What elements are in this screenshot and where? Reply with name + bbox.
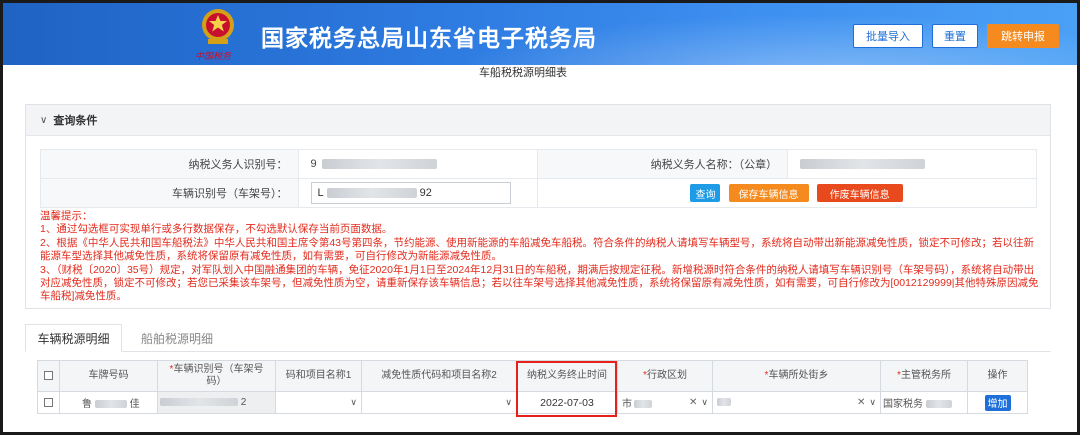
- site-header: 中国税务 国家税务总局山东省电子税务局 批量导入 重置 跳转申报: [3, 3, 1077, 65]
- street-cell[interactable]: ✕ ∨: [712, 391, 881, 414]
- col-vin-line1: 车辆识别号（车架号: [173, 364, 264, 375]
- redacted-text: [800, 159, 926, 170]
- select-all-cell: [37, 360, 60, 392]
- taxpayer-id-field: 9: [297, 149, 539, 179]
- district-select[interactable]: 市 ✕ ∨: [619, 393, 712, 413]
- tips-heading: 温馨提示：: [40, 210, 93, 222]
- redacted-text: [925, 400, 952, 409]
- col-district-label: 行政区划: [646, 370, 687, 381]
- batch-import-button[interactable]: 批量导入: [853, 24, 923, 48]
- row-select-cell: [37, 391, 60, 414]
- browser-frame: 中国税务 国家税务总局山东省电子税务局 批量导入 重置 跳转申报 车船税税源明细…: [0, 0, 1080, 435]
- plate-cell[interactable]: 鲁 佳: [59, 391, 158, 414]
- col-authority: *主管税务所: [880, 360, 968, 392]
- col-code2: 减免性质代码和项目名称2: [361, 360, 517, 392]
- vin-value: L: [317, 187, 324, 199]
- tab-bar: 车辆税源明细 船舶税源明细: [25, 324, 1051, 352]
- reset-button[interactable]: 重置: [932, 24, 978, 48]
- tips-block: 温馨提示： 1、通过勾选框可实现单行或多行数据保存，不勾选默认保存当前页面数据。…: [40, 210, 1040, 304]
- district-value: 市: [622, 399, 632, 410]
- chevron-down-icon[interactable]: ∨: [869, 397, 876, 407]
- vin-field: L 92: [297, 178, 539, 208]
- clear-icon[interactable]: ✕: [689, 397, 697, 408]
- code2-select[interactable]: ∨: [363, 393, 516, 413]
- redacted-text: [321, 159, 437, 170]
- jump-to-declare-button[interactable]: 跳转申报: [987, 24, 1059, 48]
- tab-ship[interactable]: 船舶税源明细: [122, 324, 232, 352]
- add-row-button[interactable]: 增加: [984, 394, 1011, 411]
- col-end-time: 纳税义务终止时间: [516, 360, 618, 392]
- district-cell[interactable]: 市 ✕ ∨: [617, 391, 713, 414]
- vin-label: 车辆识别号（车架号）：: [40, 178, 299, 208]
- col-authority-label: 主管税务所: [900, 370, 951, 381]
- code1-cell[interactable]: ∨: [275, 391, 362, 414]
- page-title: 车船税税源明细表: [479, 67, 567, 79]
- query-form: 纳税义务人识别号： 9 纳税义务人名称：（公章） 车辆识别号（车架号）： L 9…: [40, 149, 1037, 208]
- row-checkbox[interactable]: [44, 397, 53, 407]
- chevron-down-icon[interactable]: ∨: [505, 397, 512, 408]
- tab-vehicle[interactable]: 车辆税源明细: [25, 324, 122, 352]
- clear-icon[interactable]: ✕: [857, 397, 865, 408]
- vin-tail: 2: [240, 397, 247, 408]
- vin-value-tail: 92: [419, 187, 432, 199]
- tax-emblem-icon: [202, 9, 234, 44]
- query-button[interactable]: 查询: [690, 184, 721, 202]
- query-panel-header[interactable]: ∨ 查询条件: [26, 105, 1050, 136]
- end-time-cell[interactable]: 2022-07-03: [516, 391, 618, 414]
- query-panel: ∨ 查询条件 纳税义务人识别号： 9 纳税义务人名称：（公章） 车辆识别号（车架…: [25, 104, 1051, 309]
- query-actions: 查询 保存车辆信息 作废车辆信息: [537, 178, 1037, 208]
- tips-line-3: 3、（财税〔2020〕35号）规定，对军队划入中国融通集团的车辆，免征2020年…: [40, 263, 1039, 303]
- vin-input[interactable]: L 92: [310, 182, 511, 204]
- authority-value: 国家税务: [883, 399, 923, 410]
- redacted-text: [634, 400, 652, 409]
- select-all-checkbox[interactable]: [44, 370, 53, 380]
- site-title: 国家税务总局山东省电子税务局: [261, 25, 597, 51]
- col-ops: 操作: [967, 360, 1028, 392]
- table-header-row: 车牌号码 *车辆识别号（车架号 码） 码和项目名称1 减免性质代码和项目名称2 纳…: [37, 360, 1028, 392]
- plate-value: 鲁: [82, 399, 92, 410]
- redacted-text: [717, 398, 731, 407]
- col-district: *行政区划: [617, 360, 713, 392]
- vehicle-table: 车牌号码 *车辆识别号（车架号 码） 码和项目名称1 减免性质代码和项目名称2 纳…: [37, 360, 1028, 414]
- plate-value-tail: 佳: [129, 399, 140, 410]
- col-vin-line2: 码）: [206, 376, 227, 387]
- col-plate: 车牌号码: [59, 360, 158, 392]
- redacted-text: [160, 398, 238, 407]
- tips-line-2: 2、根据《中华人民共和国车船税法》中华人民共和国主席令第43号第四条，节约能源、…: [40, 236, 1035, 263]
- ops-cell: 增加: [967, 391, 1028, 414]
- col-vin: *车辆识别号（车架号 码）: [157, 360, 276, 392]
- emblem-script-text: 中国税务: [195, 52, 232, 62]
- redacted-text: [94, 400, 127, 409]
- taxpayer-name-label: 纳税义务人名称：（公章）: [537, 149, 789, 179]
- redacted-text: [326, 188, 417, 198]
- vin-cell[interactable]: 2: [157, 391, 276, 414]
- table-row: 鲁 佳 2 ∨ ∨ 2022-07-03 市 ✕ ∨ ✕ ∨ 国家税务 增加: [37, 391, 1028, 414]
- street-select[interactable]: ✕ ∨: [714, 393, 880, 413]
- taxpayer-name-field: [787, 149, 1037, 179]
- query-panel-title: 查询条件: [53, 115, 98, 127]
- taxpayer-id-value: 9: [310, 158, 317, 170]
- chevron-down-icon[interactable]: ∨: [40, 115, 47, 126]
- chevron-down-icon[interactable]: ∨: [350, 397, 357, 408]
- code1-select[interactable]: ∨: [277, 393, 361, 413]
- col-street-label: 车辆所处街乡: [768, 370, 829, 381]
- void-vehicle-button[interactable]: 作废车辆信息: [816, 184, 903, 202]
- col-street: *车辆所处街乡: [712, 360, 881, 392]
- authority-cell[interactable]: 国家税务: [880, 391, 968, 414]
- taxpayer-id-label: 纳税义务人识别号：: [40, 149, 299, 179]
- save-vehicle-button[interactable]: 保存车辆信息: [728, 184, 809, 202]
- tips-line-1: 1、通过勾选框可实现单行或多行数据保存，不勾选默认保存当前页面数据。: [40, 223, 393, 236]
- code2-cell[interactable]: ∨: [361, 391, 517, 414]
- col-code1: 码和项目名称1: [275, 360, 362, 392]
- chevron-down-icon[interactable]: ∨: [701, 397, 708, 407]
